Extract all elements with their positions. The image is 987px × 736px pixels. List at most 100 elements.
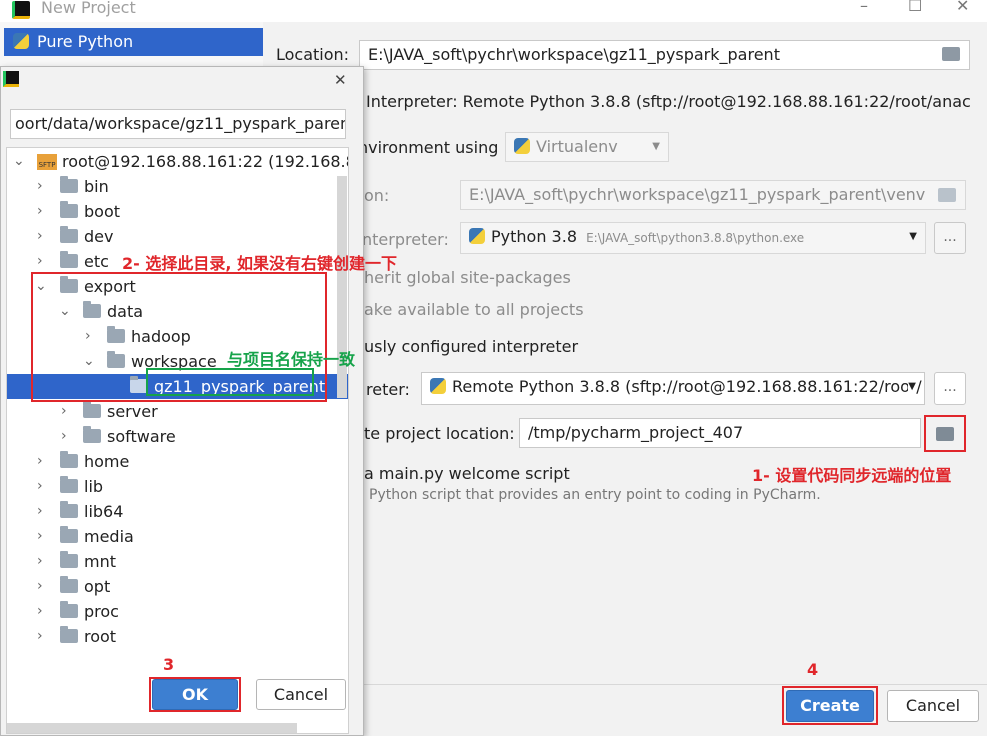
chooser-cancel-button[interactable]: Cancel: [256, 679, 346, 710]
maximize-button[interactable]: ☐: [908, 0, 922, 15]
title-bar: New Project – ☐ ✕: [0, 0, 987, 22]
horizontal-scrollbar[interactable]: [7, 723, 297, 733]
interpreter-select[interactable]: Remote Python 3.8.8 (sftp://root@192.168…: [421, 372, 925, 405]
sidebar-item-pure-python[interactable]: Pure Python: [4, 28, 263, 56]
ellipsis-text: ...: [943, 229, 957, 245]
chevron-right-icon: ›: [37, 553, 43, 569]
folder-icon: [60, 501, 78, 518]
venv-location-field[interactable]: E:\JAVA_soft\pychr\workspace\gz11_pyspar…: [460, 180, 966, 210]
chevron-down-icon: ▼: [909, 231, 917, 242]
tree-item-label: root: [84, 627, 117, 646]
folder-icon: [60, 526, 78, 543]
base-interpreter-select[interactable]: Python 3.8 E:\JAVA_soft\python3.8.8\pyth…: [460, 222, 926, 254]
chevron-down-icon: ▼: [652, 141, 660, 152]
tree-item-label: proc: [84, 602, 119, 621]
base-interpreter-more-button[interactable]: ...: [934, 222, 966, 254]
remote-location-field[interactable]: /tmp/pycharm_project_407: [519, 418, 921, 448]
folder-icon: [60, 176, 78, 193]
folder-icon: [83, 401, 101, 418]
tree-item-label: dev: [84, 227, 114, 246]
pycharm-logo-icon: [3, 71, 19, 87]
location-value: E:\JAVA_soft\pychr\workspace\gz11_pyspar…: [368, 45, 780, 64]
chevron-right-icon: ›: [37, 253, 43, 269]
base-interpreter-value: Python 3.8: [491, 227, 577, 246]
folder-icon: [60, 251, 78, 268]
location-label: Location:: [276, 45, 350, 64]
folder-icon: [60, 601, 78, 618]
interpreter-more-button[interactable]: ...: [934, 372, 966, 405]
chevron-right-icon: ›: [37, 603, 43, 619]
remote-location-label: te project location:: [364, 424, 515, 443]
new-env-label: nvironment using: [358, 138, 499, 157]
tree-item-label: home: [84, 452, 130, 471]
interpreter-value: Remote Python 3.8.8 (sftp://root@192.168…: [452, 377, 922, 396]
close-window-button[interactable]: ✕: [956, 0, 969, 15]
chevron-right-icon: ›: [37, 528, 43, 544]
folder-icon: [60, 551, 78, 568]
tree-item-label: server: [107, 402, 158, 421]
folder-browse-icon[interactable]: [942, 47, 960, 61]
interpreter-label: reter:: [366, 380, 410, 399]
welcome-script-checkbox[interactable]: a main.py welcome script: [364, 464, 570, 483]
chevron-right-icon: ›: [37, 628, 43, 644]
ok-button[interactable]: OK: [152, 679, 238, 710]
annotation-project-name-note: 与项目名保持一致: [227, 350, 356, 369]
interpreter-summary: Interpreter: Remote Python 3.8.8 (sftp:/…: [366, 92, 970, 111]
make-available-checkbox[interactable]: ake available to all projects: [364, 300, 584, 319]
location-field[interactable]: E:\JAVA_soft\pychr\workspace\gz11_pyspar…: [359, 40, 970, 70]
env-tool-select[interactable]: Virtualenv ▼: [505, 132, 669, 162]
existing-interpreter-radio[interactable]: usly configured interpreter: [364, 337, 578, 356]
chevron-right-icon: ›: [61, 428, 67, 444]
tree-item-label: etc: [84, 252, 109, 271]
welcome-script-description: Python script that provides an entry poi…: [369, 487, 821, 503]
annotation-step-4: 4: [807, 660, 819, 679]
folder-icon: [60, 576, 78, 593]
virtualenv-icon: [514, 138, 530, 154]
chevron-right-icon: ›: [61, 403, 67, 419]
env-tool-value: Virtualenv: [536, 137, 618, 156]
venv-location-label: on:: [364, 186, 390, 205]
chevron-right-icon: ›: [37, 203, 43, 219]
chevron-right-icon: ›: [37, 228, 43, 244]
python-icon: [13, 33, 29, 49]
python-icon: [469, 228, 485, 244]
chevron-right-icon: ›: [37, 453, 43, 469]
chevron-right-icon: ›: [37, 178, 43, 194]
path-input[interactable]: oort/data/workspace/gz11_pyspark_parent: [10, 109, 346, 139]
cancel-button[interactable]: Cancel: [887, 690, 979, 722]
close-dialog-button[interactable]: ✕: [334, 71, 347, 89]
remote-folder-browse-icon[interactable]: [936, 427, 954, 441]
tree-item-label: lib: [84, 477, 104, 496]
remote-location-value: /tmp/pycharm_project_407: [528, 423, 744, 442]
chevron-right-icon: ›: [37, 503, 43, 519]
selected-folder-highlight: [146, 368, 314, 396]
tree-item-label: software: [107, 427, 176, 446]
tree-item-label: bin: [84, 177, 109, 196]
tree-root-label: root@192.168.88.161:22 (192.168.88.16: [62, 152, 348, 171]
remote-folder-tree[interactable]: ⌄ SFTP root@192.168.88.161:22 (192.168.8…: [6, 147, 349, 734]
venv-location-value: E:\JAVA_soft\pychr\workspace\gz11_pyspar…: [469, 185, 926, 204]
minimize-button[interactable]: –: [860, 0, 868, 15]
pycharm-logo-icon: [12, 1, 30, 19]
folder-icon: [60, 226, 78, 243]
create-button[interactable]: Create: [786, 690, 874, 722]
tree-item-label: media: [84, 527, 134, 546]
folder-icon: [60, 201, 78, 218]
annotation-step-3: 3: [163, 655, 175, 674]
sftp-server-icon: SFTP: [37, 154, 57, 170]
path-value: oort/data/workspace/gz11_pyspark_parent: [15, 114, 346, 133]
chevron-right-icon: ›: [37, 578, 43, 594]
folder-icon: [60, 476, 78, 493]
folder-icon: [83, 426, 101, 443]
footer-divider: [364, 684, 987, 685]
annotation-step-2: 2- 选择此目录, 如果没有右键创建一下: [122, 254, 397, 273]
tree-item-label: boot: [84, 202, 121, 221]
chevron-down-icon: ⌄: [13, 153, 25, 169]
folder-icon: [60, 451, 78, 468]
window-title: New Project: [41, 0, 136, 17]
chevron-down-icon: ▼: [908, 373, 916, 401]
base-interpreter-label: nterpreter:: [362, 230, 449, 249]
remote-folder-chooser-dialog: ✕ oort/data/workspace/gz11_pyspark_paren…: [0, 66, 397, 736]
base-interpreter-path: E:\JAVA_soft\python3.8.8\python.exe: [586, 231, 805, 245]
tree-item-label: opt: [84, 577, 111, 596]
